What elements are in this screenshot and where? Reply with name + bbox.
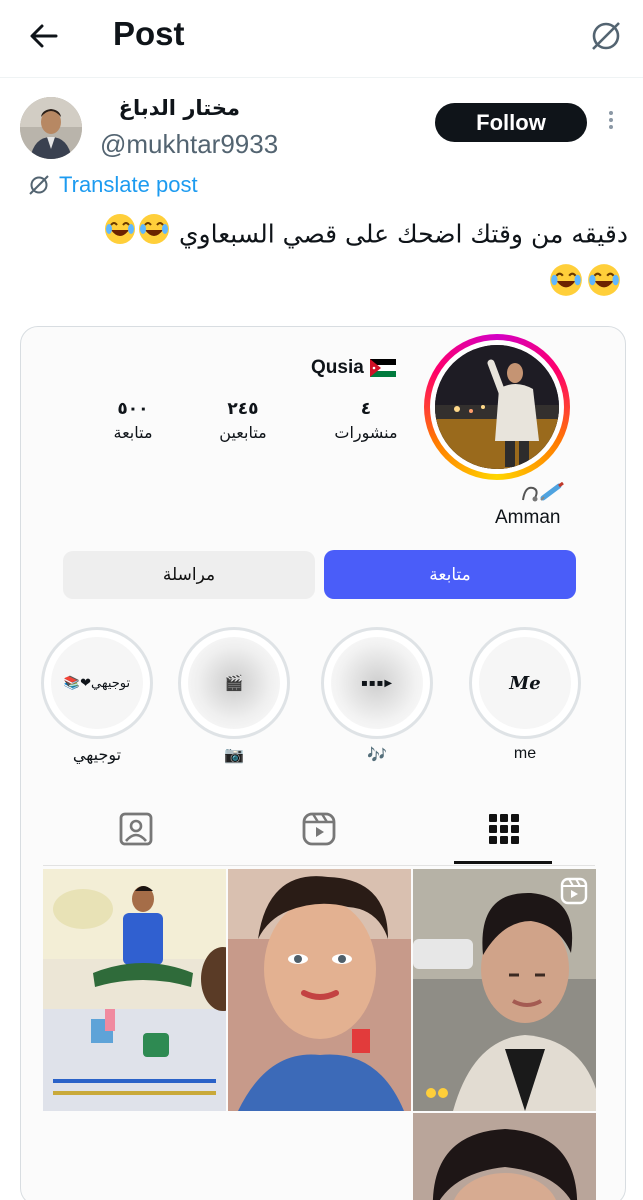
- followers-count-label: متابعين: [219, 423, 267, 442]
- highlight-label: توجيهي: [72, 745, 122, 764]
- back-button[interactable]: [26, 18, 62, 54]
- page-title: Post: [113, 15, 185, 52]
- syringe-stethoscope-icon: [522, 481, 564, 502]
- reel-badge: [560, 877, 588, 905]
- highlight-camera[interactable]: 🎬: [178, 627, 290, 739]
- insta-follow-button[interactable]: متابعة: [324, 550, 576, 599]
- post-thumbnail[interactable]: [413, 869, 596, 1111]
- insta-username-text: Qusia: [311, 357, 364, 378]
- highlight-cover-text: توجيهي❤📚: [63, 675, 131, 691]
- highlight-label: 🎶: [367, 745, 387, 764]
- posts-count[interactable]: ٤ منشورات: [326, 399, 406, 442]
- reels-icon: [560, 877, 588, 905]
- highlight-me[interactable]: Me: [469, 627, 581, 739]
- jordan-flag-icon: [369, 359, 396, 377]
- globe-slash-icon: [29, 175, 49, 195]
- post-thumbnail[interactable]: [413, 1113, 596, 1200]
- tweet-emoji-row: [548, 262, 622, 302]
- insta-profile-picture[interactable]: [424, 334, 570, 480]
- laughing-emoji-icon: [586, 262, 622, 302]
- grid-icon: [489, 814, 519, 844]
- following-count-value: ٥٠٠: [117, 399, 149, 419]
- follow-button[interactable]: Follow: [435, 103, 587, 142]
- insta-username: Qusia: [311, 357, 396, 379]
- posts-count-value: ٤: [360, 399, 372, 419]
- highlight-cover-text: 🎬: [224, 674, 244, 692]
- translate-toggle-button[interactable]: [586, 16, 626, 56]
- laughing-emoji-icon: [548, 262, 584, 302]
- laughing-emoji-icon: [103, 212, 137, 259]
- post-image: [43, 869, 226, 1111]
- posts-grid-tab[interactable]: [486, 811, 522, 847]
- avatar[interactable]: [20, 97, 82, 159]
- top-bar: Post: [0, 0, 643, 78]
- highlight-cover: Me: [479, 637, 571, 729]
- highlight-cover: توجيهي❤📚: [51, 637, 143, 729]
- tweet-text: دقيقه من وقتك اضحك على قصي السبعاوي: [40, 212, 628, 259]
- highlight-label: me: [513, 745, 537, 762]
- following-count-label: متابعة: [113, 423, 153, 442]
- tabs-divider: [43, 865, 595, 866]
- posts-count-label: منشورات: [334, 423, 398, 442]
- insta-message-button[interactable]: مراسلة: [63, 551, 315, 599]
- avatar-image: [20, 97, 82, 159]
- followers-count-value: ٢٤٥: [227, 399, 259, 419]
- highlight-music[interactable]: ▪▪▪▶: [321, 627, 433, 739]
- followers-count[interactable]: ٢٤٥ متابعين: [203, 399, 283, 442]
- author-handle[interactable]: @mukhtar9933: [100, 129, 278, 160]
- post-image: [413, 1113, 596, 1200]
- reels-tab[interactable]: [301, 811, 337, 847]
- profile-photo-image: [435, 345, 559, 469]
- reels-icon: [302, 812, 336, 846]
- active-tab-indicator: [454, 861, 552, 864]
- laughing-emoji-icon: [137, 212, 171, 259]
- globe-slash-icon: [592, 22, 620, 50]
- more-options-button[interactable]: [601, 108, 621, 138]
- post-thumbnail[interactable]: [43, 869, 226, 1111]
- tagged-icon: [119, 812, 153, 846]
- following-count[interactable]: ٥٠٠ متابعة: [93, 399, 173, 442]
- bio-emoji: [519, 481, 567, 509]
- bio-city: Amman: [495, 507, 561, 528]
- post-image: [228, 869, 411, 1111]
- translate-label: Translate post: [59, 172, 198, 197]
- translate-post-link[interactable]: Translate post: [27, 170, 198, 200]
- highlight-cover-text: Me: [509, 672, 541, 694]
- highlight-cover: ▪▪▪▶: [331, 637, 423, 729]
- tweet-body: دقيقه من وقتك اضحك على قصي السبعاوي: [178, 219, 628, 249]
- author-name[interactable]: مختار الدباغ: [100, 96, 240, 120]
- highlight-cover-text: ▪▪▪▶: [360, 677, 394, 689]
- dot-icon: [609, 125, 613, 129]
- dot-icon: [609, 111, 613, 115]
- highlight-label: 📷: [224, 745, 244, 764]
- highlight-cover: 🎬: [188, 637, 280, 729]
- attached-image-card[interactable]: Qusia ٤ منشورات ٢٤٥ متابعين ٥٠٠ متابعة A…: [20, 326, 626, 1200]
- post-thumbnail[interactable]: [228, 869, 411, 1111]
- highlight-tawjihi[interactable]: توجيهي❤📚: [41, 627, 153, 739]
- post-image: [413, 869, 596, 1111]
- arrow-left-icon: [30, 24, 58, 48]
- dot-icon: [609, 118, 613, 122]
- tagged-tab[interactable]: [118, 811, 154, 847]
